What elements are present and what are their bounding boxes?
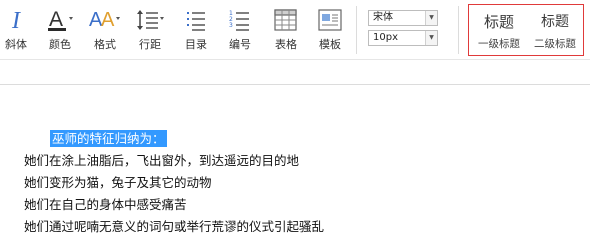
ruler bbox=[0, 60, 590, 84]
svg-text:A: A bbox=[49, 8, 63, 31]
document-body[interactable]: 巫师的特征归纳为： 她们在涂上油脂后，飞出窗外，到达遥远的目的地 她们变形为猫，… bbox=[24, 128, 324, 238]
svg-text:I: I bbox=[11, 8, 21, 34]
font-family-select[interactable]: 宋体 ▼ bbox=[368, 10, 438, 26]
paragraph[interactable]: 她们在涂上油脂后，飞出窗外，到达遥远的目的地 bbox=[24, 150, 324, 172]
format-button[interactable]: A A 格式 bbox=[88, 4, 122, 54]
chevron-down-icon[interactable]: ▼ bbox=[425, 11, 437, 25]
heading-2-style[interactable]: 标题 二级标题 bbox=[527, 5, 583, 55]
line-spacing-button[interactable]: 行距 bbox=[134, 4, 166, 54]
paragraph[interactable]: 巫师的特征归纳为： bbox=[24, 128, 324, 150]
toolbar-divider bbox=[458, 6, 459, 54]
line-spacing-icon bbox=[134, 6, 166, 34]
table-button[interactable]: 表格 bbox=[272, 4, 300, 54]
font-size-value: 10px bbox=[373, 32, 398, 43]
font-size-select[interactable]: 10px ▼ bbox=[368, 30, 438, 46]
font-color-icon: A bbox=[44, 6, 76, 34]
svg-text:3: 3 bbox=[229, 22, 233, 29]
selected-text[interactable]: 巫师的特征归纳为： bbox=[50, 130, 167, 147]
heading-2-label: 二级标题 bbox=[534, 38, 576, 50]
font-color-button[interactable]: A 颜色 bbox=[44, 4, 76, 54]
paragraph[interactable]: 她们通过呢喃无意义的词句或举行荒谬的仪式引起骚乱 bbox=[24, 216, 324, 238]
paragraph[interactable]: 她们变形为猫，兔子及其它的动物 bbox=[24, 172, 324, 194]
toolbar: I 斜体 A 颜色 A A 格式 行距 目录 1 2 3 编号 表格 模板 宋体… bbox=[0, 0, 590, 60]
table-icon bbox=[272, 6, 300, 34]
heading-styles-panel: 标题 一级标题 标题 二级标题 bbox=[468, 4, 584, 56]
svg-text:A: A bbox=[101, 9, 115, 31]
toc-button[interactable]: 目录 bbox=[182, 4, 210, 54]
bullet-list-icon bbox=[182, 6, 210, 34]
font-family-value: 宋体 bbox=[373, 12, 393, 23]
heading-1-style[interactable]: 标题 一级标题 bbox=[471, 5, 527, 55]
toolbar-divider bbox=[356, 6, 357, 54]
chevron-down-icon[interactable]: ▼ bbox=[425, 31, 437, 45]
heading-1-preview: 标题 bbox=[483, 13, 514, 31]
numbered-list-icon: 1 2 3 bbox=[226, 6, 254, 34]
template-icon bbox=[316, 6, 344, 34]
italic-icon: I bbox=[2, 6, 30, 34]
page-top-border bbox=[0, 84, 590, 85]
italic-button[interactable]: I 斜体 bbox=[2, 4, 30, 54]
format-icon: A A bbox=[88, 6, 122, 34]
paragraph[interactable]: 她们在自己的身体中感受痛苦 bbox=[24, 194, 324, 216]
numbered-list-button[interactable]: 1 2 3 编号 bbox=[226, 4, 254, 54]
heading-2-preview: 标题 bbox=[541, 14, 569, 30]
template-button[interactable]: 模板 bbox=[316, 4, 344, 54]
heading-1-label: 一级标题 bbox=[478, 38, 520, 50]
